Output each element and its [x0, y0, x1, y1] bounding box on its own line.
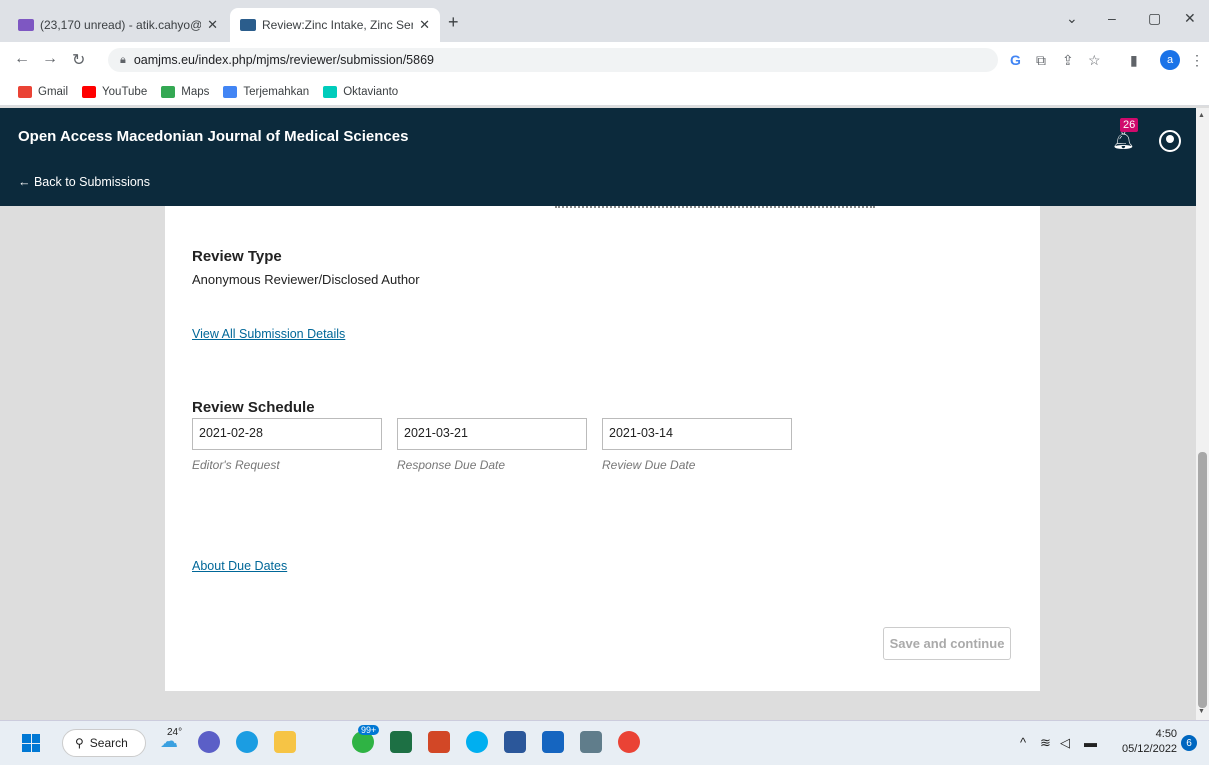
review-panel: Review Type Anonymous Reviewer/Disclosed…	[165, 206, 1040, 691]
view-submission-details-link[interactable]: View All Submission Details	[192, 327, 345, 341]
clipped-text-line	[555, 206, 875, 209]
word-icon[interactable]	[504, 731, 526, 753]
side-panel-icon[interactable]: ▮	[1130, 52, 1138, 69]
share-icon[interactable]: ⇪	[1062, 52, 1074, 69]
tab-search-icon[interactable]: ⌄	[1066, 10, 1078, 27]
new-tab-button[interactable]: +	[448, 12, 459, 33]
tab-title: (23,170 unread) - atik.cahyo@yal	[40, 18, 202, 32]
weather-temp: 24°	[167, 727, 183, 738]
taskbar-search[interactable]: ⚲ Search	[62, 729, 146, 757]
translate-icon	[223, 85, 238, 98]
gmail-icon	[18, 85, 32, 98]
tab-title: Review:Zinc Intake, Zinc Serum Le	[262, 18, 414, 32]
editors-request-date-field: 2021-02-28	[192, 418, 382, 450]
tab-review[interactable]: Review:Zinc Intake, Zinc Serum Le ✕	[230, 8, 440, 42]
tab-gmail[interactable]: (23,170 unread) - atik.cahyo@yal ✕	[8, 8, 228, 42]
save-and-continue-button[interactable]: Save and continue	[883, 627, 1011, 660]
reload-icon[interactable]: ↻	[72, 50, 85, 70]
date-caption: Editor's Request	[192, 458, 280, 472]
researchgate-icon	[323, 85, 338, 98]
menu-kebab-icon[interactable]: ⋮	[1190, 52, 1204, 69]
review-schedule-heading: Review Schedule	[192, 399, 315, 416]
chrome-icon[interactable]	[618, 731, 640, 753]
scroll-down-icon[interactable]: ▼	[1198, 708, 1205, 715]
oamjms-favicon-icon	[240, 19, 256, 31]
chevron-up-icon[interactable]: ^	[1020, 735, 1026, 750]
camera-icon[interactable]	[580, 731, 602, 753]
battery-icon[interactable]: ▬	[1084, 735, 1097, 750]
restore-icon[interactable]: ▢	[1148, 10, 1161, 27]
bookmark-translate[interactable]: Terjemahkan	[223, 85, 309, 98]
bookmark-gmail[interactable]: Gmail	[18, 85, 68, 98]
bell-icon[interactable]: 🔔︎	[1112, 130, 1135, 151]
about-due-dates-link[interactable]: About Due Dates	[192, 559, 287, 573]
excel-icon[interactable]	[390, 731, 412, 753]
scroll-thumb[interactable]	[1198, 452, 1207, 708]
edge-icon[interactable]	[236, 731, 258, 753]
clock-time: 4:50	[1155, 728, 1178, 740]
address-bar-row: ← → ↻ 🔒︎ oamjms.eu/index.php/mjms/review…	[0, 42, 1209, 78]
translate-icon[interactable]: ⧉	[1036, 52, 1046, 69]
user-account-icon[interactable]	[1159, 130, 1181, 152]
youtube-icon	[82, 85, 97, 98]
windows-taskbar: ⚲ Search ☁ 24° 99+ ^ ≋ ◁ ▬ 4:50 05/12/20…	[0, 720, 1209, 765]
volume-icon[interactable]: ◁	[1060, 735, 1070, 751]
clock-date: 05/12/2022	[1122, 743, 1178, 755]
bookmarks-bar: Gmail YouTube Maps Terjemahkan Oktaviant…	[0, 78, 1209, 106]
windows-start-icon[interactable]	[22, 734, 40, 752]
notification-badge: 26	[1120, 118, 1139, 132]
close-tab-icon[interactable]: ✕	[419, 17, 430, 33]
gmail-icon	[18, 19, 34, 31]
lock-icon: 🔒︎	[120, 53, 126, 66]
date-caption: Review Due Date	[602, 458, 696, 472]
powerpoint-icon[interactable]	[428, 731, 450, 753]
profile-avatar[interactable]: a	[1160, 50, 1180, 70]
minimize-icon[interactable]: –	[1108, 10, 1116, 26]
wifi-icon[interactable]: ≋	[1040, 735, 1051, 751]
system-clock[interactable]: 4:50 05/12/2022	[1122, 727, 1177, 757]
close-window-icon[interactable]: ✕	[1184, 10, 1196, 27]
browser-tab-bar: (23,170 unread) - atik.cahyo@yal ✕ Revie…	[0, 0, 1209, 42]
close-tab-icon[interactable]: ✕	[207, 17, 218, 33]
date-caption: Response Due Date	[397, 458, 506, 472]
bookmark-youtube[interactable]: YouTube	[82, 85, 147, 98]
url-field[interactable]: 🔒︎ oamjms.eu/index.php/mjms/reviewer/sub…	[108, 48, 998, 72]
google-icon[interactable]: G	[1010, 52, 1021, 68]
forward-arrow-icon[interactable]: →	[42, 50, 58, 68]
teamviewer-icon[interactable]	[542, 731, 564, 753]
review-due-date-field: 2021-03-14	[602, 418, 792, 450]
review-type-heading: Review Type	[192, 248, 282, 265]
maps-icon	[161, 85, 176, 98]
back-arrow-icon[interactable]: ←	[14, 50, 30, 68]
url-text: oamjms.eu/index.php/mjms/reviewer/submis…	[133, 53, 434, 67]
page-scrollbar[interactable]: ▲ ▼	[1196, 108, 1209, 720]
skype-icon[interactable]	[466, 731, 488, 753]
journal-header: Open Access Macedonian Journal of Medica…	[0, 108, 1196, 206]
file-explorer-icon[interactable]	[274, 731, 296, 753]
back-to-submissions-link[interactable]: ← Back to Submissions	[18, 175, 150, 189]
bookmark-maps[interactable]: Maps	[161, 85, 209, 98]
journal-title[interactable]: Open Access Macedonian Journal of Medica…	[18, 128, 408, 145]
bookmark-star-icon[interactable]: ☆	[1088, 52, 1101, 69]
teams-chat-icon[interactable]	[198, 731, 220, 753]
response-due-date-field: 2021-03-21	[397, 418, 587, 450]
search-icon: ⚲	[75, 736, 84, 750]
scroll-up-icon[interactable]: ▲	[1198, 112, 1205, 119]
app-badge: 99+	[358, 725, 380, 735]
review-type-value: Anonymous Reviewer/Disclosed Author	[192, 272, 420, 287]
bookmark-oktavianto[interactable]: Oktavianto	[323, 85, 398, 98]
notification-center-badge[interactable]: 6	[1181, 735, 1197, 751]
